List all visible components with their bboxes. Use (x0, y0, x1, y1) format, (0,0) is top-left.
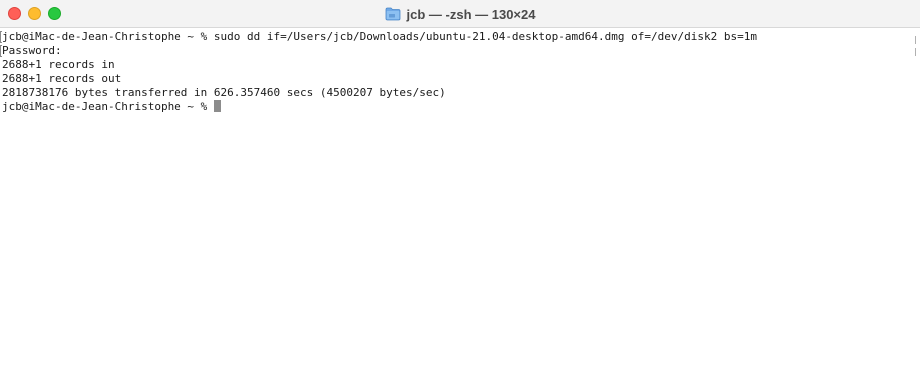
window-title-group: jcb — -zsh — 130×24 (0, 0, 920, 28)
scroll-marker-top (915, 36, 916, 44)
prompt-text: jcb@iMac-de-Jean-Christophe ~ % (2, 100, 214, 113)
records-out-text: 2688+1 records out (2, 72, 122, 85)
terminal-line: 2688+1 records out (2, 72, 920, 86)
scroll-marker-bottom (915, 48, 916, 56)
terminal-line: 2688+1 records in (2, 58, 920, 72)
terminal-content[interactable]: jcb@iMac-de-Jean-Christophe ~ % sudo dd … (0, 28, 920, 371)
terminal-window: jcb — -zsh — 130×24 jcb@iMac-de-Jean-Chr… (0, 0, 920, 371)
terminal-line: 2818738176 bytes transferred in 626.3574… (2, 86, 920, 100)
title-bar[interactable]: jcb — -zsh — 130×24 (0, 0, 920, 28)
records-in-text: 2688+1 records in (2, 58, 115, 71)
terminal-line: Password: (0, 44, 920, 58)
prompt-mark (0, 31, 2, 43)
command-line-text: jcb@iMac-de-Jean-Christophe ~ % sudo dd … (2, 30, 757, 43)
prompt-mark (0, 45, 2, 57)
window-title: jcb — -zsh — 130×24 (406, 6, 536, 22)
folder-icon (385, 7, 400, 21)
transfer-summary-text: 2818738176 bytes transferred in 626.3574… (2, 86, 446, 99)
terminal-line: jcb@iMac-de-Jean-Christophe ~ % sudo dd … (0, 30, 920, 44)
terminal-line: jcb@iMac-de-Jean-Christophe ~ % (2, 100, 920, 114)
password-prompt-text: Password: (2, 44, 62, 57)
text-cursor (213, 100, 221, 112)
